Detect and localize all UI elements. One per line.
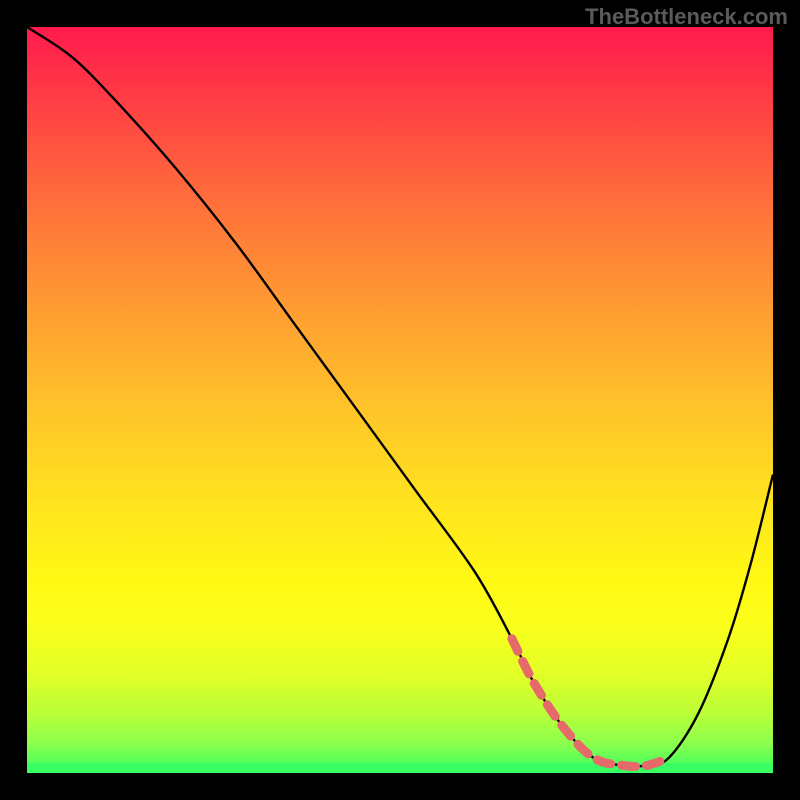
curve-svg [27, 27, 773, 773]
chart-container: TheBottleneck.com [0, 0, 800, 800]
plot-area [27, 27, 773, 773]
watermark-label: TheBottleneck.com [585, 4, 788, 30]
bottleneck-highlight-path [512, 639, 669, 767]
bottleneck-curve-path [27, 27, 773, 766]
